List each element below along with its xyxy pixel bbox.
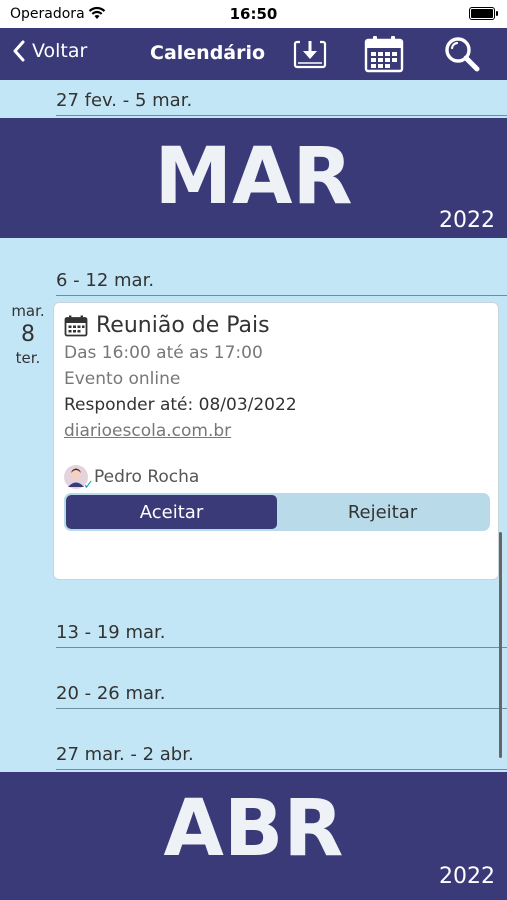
download-icon[interactable] xyxy=(290,34,330,74)
event-author: Pedro Rocha xyxy=(64,465,200,493)
event-respond-by: Responder até: 08/03/2022 xyxy=(64,395,297,415)
rsvp-segmented-control: Aceitar Rejeitar xyxy=(64,493,490,531)
month-label: MAR xyxy=(154,132,353,222)
week-header[interactable]: 6 - 12 mar. xyxy=(56,266,507,296)
navigation-bar: Voltar Calendário xyxy=(0,28,507,80)
event-link[interactable]: diarioescola.com.br xyxy=(64,421,231,441)
scrollbar[interactable] xyxy=(499,532,502,758)
event-location: Evento online xyxy=(64,369,181,389)
day-weekday: ter. xyxy=(15,349,41,367)
month-label: ABR xyxy=(163,784,344,874)
event-title-row: Reunião de Pais xyxy=(64,313,270,338)
day-label: mar. 8 ter. xyxy=(6,302,50,367)
page-title: Calendário xyxy=(150,42,266,64)
avatar xyxy=(64,465,94,493)
day-number: 8 xyxy=(21,322,35,347)
week-header[interactable]: 13 - 19 mar. xyxy=(56,618,507,648)
week-header[interactable]: 27 fev. - 5 mar. xyxy=(56,86,507,116)
top-bar: Operadora 16:50 Voltar Calendário xyxy=(0,0,507,80)
event-time: Das 16:00 até as 17:00 xyxy=(64,343,263,363)
month-year: 2022 xyxy=(439,864,495,889)
accept-button[interactable]: Aceitar xyxy=(66,495,277,529)
status-bar: Operadora 16:50 xyxy=(0,0,507,28)
back-button[interactable]: Voltar xyxy=(12,40,87,62)
battery-icon xyxy=(469,7,498,20)
chevron-left-icon xyxy=(13,40,25,62)
event-card[interactable]: Reunião de Pais Das 16:00 até as 17:00 E… xyxy=(53,302,499,580)
search-icon[interactable] xyxy=(442,34,482,74)
month-banner-april: ABR 2022 xyxy=(0,772,507,900)
calendar-icon xyxy=(64,315,88,336)
back-label: Voltar xyxy=(32,40,88,62)
week-header[interactable]: 27 mar. - 2 abr. xyxy=(56,740,507,770)
author-name: Pedro Rocha xyxy=(94,467,200,487)
event-title: Reunião de Pais xyxy=(96,313,270,338)
month-year: 2022 xyxy=(439,208,495,233)
clock: 16:50 xyxy=(229,5,278,23)
reject-button[interactable]: Rejeitar xyxy=(277,495,488,529)
month-banner-march: MAR 2022 xyxy=(0,118,507,238)
calendar-icon[interactable] xyxy=(364,34,404,74)
week-header[interactable]: 20 - 26 mar. xyxy=(56,679,507,709)
day-month: mar. xyxy=(11,302,45,320)
